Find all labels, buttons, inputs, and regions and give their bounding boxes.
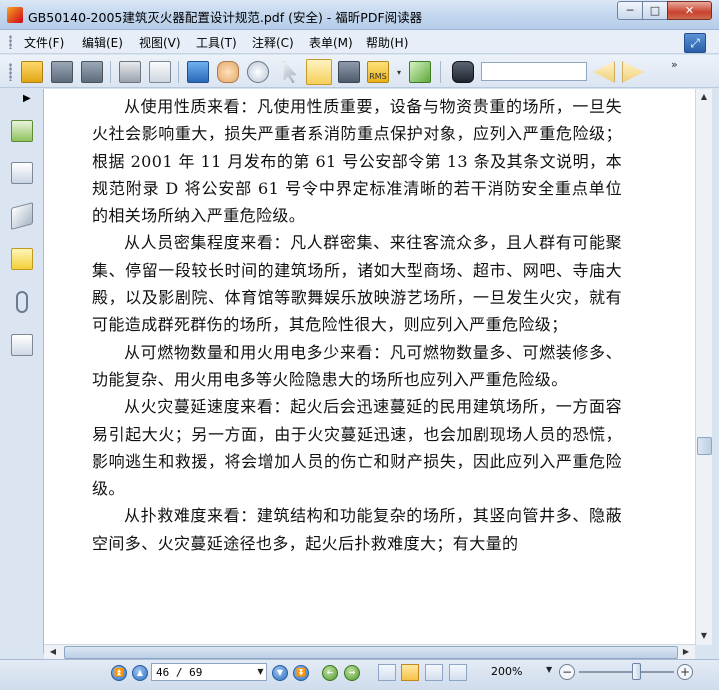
paragraph: 从扑救难度来看：建筑结构和功能复杂的场所，其竖向管井多、隐蔽空间多、火灾蔓延途径… xyxy=(92,506,622,553)
maximize-button[interactable]: □ xyxy=(642,1,668,20)
email-icon[interactable] xyxy=(149,61,171,83)
pages-icon[interactable] xyxy=(11,162,33,184)
menu-edit[interactable]: 编辑(E) xyxy=(82,34,123,51)
go-back-icon[interactable]: ← xyxy=(322,665,338,681)
go-forward-icon[interactable]: → xyxy=(344,665,360,681)
horizontal-scroll-thumb[interactable] xyxy=(64,646,678,659)
paragraph: 从可燃物数量和用火用电多少来看：凡可燃物数量多、可燃装修多、功能复杂、用火用电多… xyxy=(92,342,622,389)
comments-icon[interactable] xyxy=(11,248,33,270)
save-as-icon[interactable] xyxy=(81,61,103,83)
single-page-view-button[interactable] xyxy=(378,664,396,681)
open-icon[interactable] xyxy=(21,61,43,83)
menu-file[interactable]: 文件(F) xyxy=(24,34,64,51)
rms-icon[interactable]: RMS xyxy=(367,61,389,83)
hand-tool-icon[interactable] xyxy=(217,61,239,83)
title-bar: GB50140-2005建筑灭火器配置设计规范.pdf (安全) - 福昕PDF… xyxy=(0,0,719,30)
vertical-scrollbar[interactable]: ▲ ▼ xyxy=(695,89,712,645)
continuous-view-button[interactable] xyxy=(401,664,419,681)
document-page: 从使用性质来看：凡使用性质重要，设备与物资贵重的场所，一旦失火社会影响重大，损失… xyxy=(92,93,622,557)
zoom-level[interactable]: 200% xyxy=(491,665,522,678)
rms-dropdown-icon[interactable]: ▾ xyxy=(397,68,401,77)
restore-layout-icon[interactable]: ⤢ xyxy=(684,33,706,53)
save-icon[interactable] xyxy=(51,61,73,83)
document-view[interactable]: 从使用性质来看：凡使用性质重要，设备与物资贵重的场所，一旦失火社会影响重大，损失… xyxy=(44,89,695,645)
window-title: GB50140-2005建筑灭火器配置设计规范.pdf (安全) - 福昕PDF… xyxy=(28,10,423,25)
continuous-facing-view-button[interactable] xyxy=(449,664,467,681)
fullscreen-icon[interactable] xyxy=(187,61,209,83)
scroll-down-icon[interactable]: ▼ xyxy=(696,628,712,644)
scroll-left-icon[interactable]: ◀ xyxy=(45,644,61,660)
zoom-tool-icon[interactable] xyxy=(247,61,269,83)
signatures-icon[interactable] xyxy=(11,334,33,356)
snapshot-icon[interactable] xyxy=(338,61,360,83)
menu-forms[interactable]: 表单(M) xyxy=(309,34,353,51)
search-input[interactable] xyxy=(481,62,587,81)
paragraph: 从使用性质来看：凡使用性质重要，设备与物资贵重的场所，一旦失火社会影响重大，损失… xyxy=(92,97,622,226)
close-button[interactable]: ✕ xyxy=(667,1,712,20)
first-page-icon[interactable]: ⏫ xyxy=(111,665,127,681)
toolbar-separator xyxy=(178,61,179,83)
find-binoculars-icon[interactable] xyxy=(452,61,474,83)
paragraph: 从人员密集程度来看：凡人群密集、来往客流众多，且人群有可能聚集、停留一段较长时间… xyxy=(92,233,622,335)
zoom-in-icon[interactable]: + xyxy=(677,664,693,680)
menu-bar: 文件(F) 编辑(E) 视图(V) 工具(T) 注释(C) 表单(M) 帮助(H… xyxy=(0,30,719,54)
scroll-right-icon[interactable]: ▶ xyxy=(678,644,694,660)
attachments-icon[interactable] xyxy=(16,291,28,313)
zoom-dropdown-icon[interactable]: ▼ xyxy=(546,665,552,674)
paragraph: 从火灾蔓延速度来看：起火后会迅速蔓延的民用建筑场所，一方面容易引起大火；另一方面… xyxy=(92,397,622,499)
prev-page-icon[interactable]: ▲ xyxy=(132,665,148,681)
app-icon xyxy=(7,7,23,23)
page-number-field[interactable]: 46 / 69 xyxy=(151,663,267,681)
last-page-icon[interactable]: ⏬ xyxy=(293,665,309,681)
minimize-button[interactable]: ─ xyxy=(617,1,643,20)
toolbar-grip[interactable] xyxy=(9,63,12,81)
page-dropdown-icon[interactable]: ▼ xyxy=(255,664,266,680)
toolbar-separator xyxy=(440,61,441,83)
menu-view[interactable]: 视图(V) xyxy=(139,34,181,51)
zoom-out-icon[interactable]: − xyxy=(559,664,575,680)
scroll-up-icon[interactable]: ▲ xyxy=(696,89,712,105)
zoom-slider-track[interactable] xyxy=(579,671,674,673)
facing-view-button[interactable] xyxy=(425,664,443,681)
zoom-slider-thumb[interactable] xyxy=(632,663,641,680)
toolbar-overflow-icon[interactable]: » xyxy=(671,58,678,71)
print-icon[interactable] xyxy=(119,61,141,83)
menu-comments[interactable]: 注释(C) xyxy=(252,34,294,51)
menubar-grip[interactable] xyxy=(9,35,12,49)
sign-icon[interactable] xyxy=(409,61,431,83)
menu-tools[interactable]: 工具(T) xyxy=(196,34,237,51)
panel-expand-icon[interactable]: ▶ xyxy=(23,93,31,104)
text-select-icon[interactable] xyxy=(306,59,332,85)
bookmarks-icon[interactable] xyxy=(11,120,33,142)
toolbar-separator xyxy=(110,61,111,83)
menu-help[interactable]: 帮助(H) xyxy=(366,34,408,51)
horizontal-scrollbar[interactable]: ◀ ▶ xyxy=(44,644,695,659)
next-page-icon[interactable]: ▼ xyxy=(272,665,288,681)
vertical-scroll-thumb[interactable] xyxy=(697,437,712,455)
